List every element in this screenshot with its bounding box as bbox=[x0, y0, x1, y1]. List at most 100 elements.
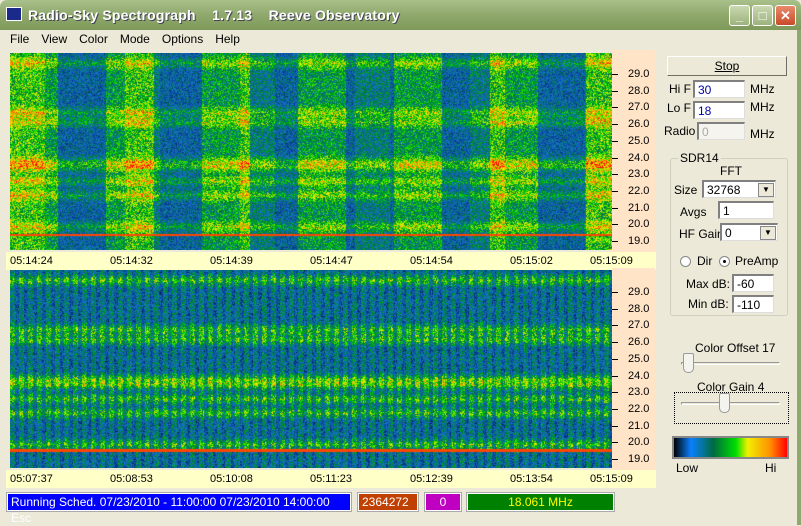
status-zero: 0 bbox=[424, 492, 462, 512]
tick-mark bbox=[612, 459, 618, 460]
hfgain-value: 0 bbox=[725, 226, 732, 240]
hif-unit: MHz bbox=[750, 82, 775, 96]
color-scale-bar bbox=[672, 436, 789, 459]
menu-color[interactable]: Color bbox=[73, 30, 114, 48]
freq-tick-label: 23.0 bbox=[628, 386, 650, 399]
maximize-button[interactable]: □ bbox=[752, 5, 773, 26]
size-select[interactable]: 32768 ▼ bbox=[702, 180, 776, 198]
time-tick-label: 05:08:53 bbox=[110, 473, 153, 485]
tick-mark bbox=[612, 74, 618, 75]
radio-input: 0 bbox=[697, 122, 745, 140]
freq-tick-label: 29.0 bbox=[628, 286, 650, 298]
tick-mark bbox=[612, 442, 618, 444]
time-tick-label: 05:14:54 bbox=[410, 255, 453, 267]
freq-tick-label: 19.0 bbox=[628, 453, 650, 465]
time-tick-label: 05:11:23 bbox=[310, 473, 353, 485]
time-tick-label: 05:13:54 bbox=[510, 473, 553, 485]
lof-unit: MHz bbox=[750, 100, 775, 114]
time-tick-label: 05:15:09 bbox=[590, 473, 633, 485]
freq-tick-label: 25.0 bbox=[628, 352, 650, 365]
tick-mark bbox=[612, 157, 618, 159]
preamp-radio[interactable] bbox=[719, 256, 730, 267]
status-schedule: Running Sched. 07/23/2010 - 11:00:00 07/… bbox=[6, 492, 352, 525]
radio-unit: MHz bbox=[750, 127, 775, 141]
menu-file[interactable]: File bbox=[4, 30, 35, 48]
freq-tick-label: 23.0 bbox=[628, 168, 650, 181]
chevron-down-icon[interactable]: ▼ bbox=[758, 183, 774, 197]
tick-mark bbox=[612, 425, 618, 427]
chevron-down-icon[interactable]: ▼ bbox=[760, 226, 776, 240]
mindb-input[interactable]: -110 bbox=[732, 295, 774, 313]
color-gain-track[interactable] bbox=[681, 402, 780, 405]
time-axis-top: 05:14:24 05:14:32 05:14:39 05:14:47 05:14:54… bbox=[6, 252, 656, 270]
menu-mode[interactable]: Mode bbox=[114, 30, 156, 48]
freq-tick-label: 21.0 bbox=[628, 419, 650, 432]
menu-bar: File View Color Mode Options Help bbox=[4, 30, 246, 48]
time-tick-label: 05:14:47 bbox=[310, 255, 353, 267]
spectrogram-top[interactable] bbox=[10, 53, 612, 250]
color-offset-label: Color Offset 17 bbox=[695, 341, 776, 355]
freq-tick-label: 26.0 bbox=[628, 336, 650, 349]
lof-label: Lo F bbox=[667, 101, 692, 115]
time-tick-label: 05:10:08 bbox=[210, 473, 253, 485]
menu-options[interactable]: Options bbox=[156, 30, 209, 48]
time-axis-bottom: 05:07:37 05:08:53 05:10:08 05:11:23 05:12:39… bbox=[6, 470, 656, 488]
menu-help[interactable]: Help bbox=[209, 30, 246, 48]
time-tick-label: 05:14:32 bbox=[110, 255, 153, 267]
freq-tick-label: 27.0 bbox=[628, 319, 650, 332]
avgs-label: Avgs bbox=[680, 205, 707, 219]
status-count: 2364272 bbox=[357, 492, 419, 512]
time-tick-label: 05:15:09 bbox=[590, 255, 633, 267]
radio-label: Radio bbox=[664, 124, 696, 138]
minimize-button[interactable]: _ bbox=[729, 5, 750, 26]
maxdb-input[interactable]: -60 bbox=[732, 274, 774, 292]
hfgain-label: HF Gain bbox=[679, 227, 724, 241]
tick-mark bbox=[612, 342, 618, 344]
size-label: Size bbox=[674, 183, 698, 197]
stop-button[interactable]: Stop bbox=[667, 56, 787, 76]
color-gain-slider[interactable] bbox=[719, 393, 730, 413]
stop-label: Stop bbox=[714, 59, 740, 73]
window-border bbox=[797, 30, 801, 525]
freq-tick-label: 28.0 bbox=[628, 302, 650, 315]
tick-mark bbox=[612, 408, 618, 410]
close-button[interactable]: ✕ bbox=[775, 5, 796, 26]
spectrogram-bottom[interactable] bbox=[10, 270, 612, 468]
time-tick-label: 05:15:02 bbox=[510, 255, 553, 267]
time-tick-label: 05:14:39 bbox=[210, 255, 253, 267]
freq-tick-label: 21.0 bbox=[628, 201, 650, 214]
hif-input[interactable]: 30 bbox=[693, 80, 745, 98]
tick-mark bbox=[612, 224, 618, 226]
mindb-label: Min dB: bbox=[688, 297, 729, 311]
menu-view[interactable]: View bbox=[35, 30, 73, 48]
freq-tick-label: 24.0 bbox=[628, 151, 650, 164]
maxdb-label: Max dB: bbox=[686, 277, 731, 291]
tick-mark bbox=[612, 140, 618, 142]
lof-input[interactable]: 18 bbox=[693, 101, 745, 119]
freq-tick-label: 22.0 bbox=[628, 184, 650, 197]
freq-tick-label: 29.0 bbox=[628, 68, 650, 80]
title-bar: Radio-Sky Spectrograph 1.7.13 Reeve Obse… bbox=[0, 0, 801, 30]
tick-mark bbox=[612, 124, 618, 126]
tick-mark bbox=[612, 325, 618, 327]
freq-tick-label: 26.0 bbox=[628, 118, 650, 131]
freq-axis-top: 29.0 28.0 27.0 26.0 25.0 24.0 23.0 22.0 21.0 20.0… bbox=[612, 50, 655, 252]
tick-mark bbox=[612, 190, 618, 192]
dir-radio[interactable] bbox=[680, 256, 691, 267]
tick-mark bbox=[612, 375, 618, 377]
freq-tick-label: 20.0 bbox=[628, 218, 650, 231]
time-tick-label: 05:14:24 bbox=[10, 255, 53, 267]
tick-mark bbox=[612, 292, 618, 293]
app-icon bbox=[6, 7, 22, 21]
color-low-label: Low bbox=[676, 461, 699, 475]
color-offset-track[interactable] bbox=[681, 362, 780, 365]
tick-mark bbox=[612, 90, 618, 92]
hfgain-select[interactable]: 0 ▼ bbox=[720, 223, 778, 241]
freq-tick-label: 22.0 bbox=[628, 402, 650, 415]
avgs-input[interactable]: 1 bbox=[718, 201, 774, 219]
time-tick-label: 05:07:37 bbox=[10, 473, 53, 485]
dir-label: Dir bbox=[697, 254, 713, 268]
color-offset-slider[interactable] bbox=[683, 353, 694, 373]
freq-tick-label: 28.0 bbox=[628, 84, 650, 97]
tick-mark bbox=[612, 358, 618, 360]
